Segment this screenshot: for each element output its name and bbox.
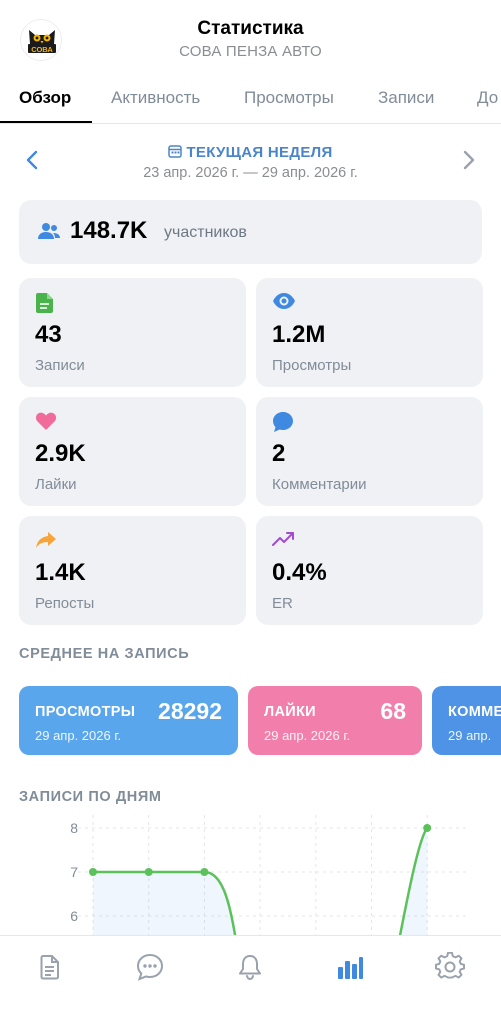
document-icon[interactable] <box>35 952 65 982</box>
stat-card-reposts[interactable]: 1.4K Репосты <box>19 516 246 625</box>
stat-value: 2 <box>272 440 286 467</box>
stat-card-er[interactable]: 0.4% ER <box>256 516 483 625</box>
average-card-comments[interactable]: КОММЕ 29 апр. <box>432 686 501 755</box>
users-icon <box>38 223 60 239</box>
stat-value: 0.4% <box>272 559 327 586</box>
average-card-likes[interactable]: ЛАЙКИ 68 29 апр. 2026 г. <box>248 686 422 755</box>
stat-label: Просмотры <box>272 357 352 374</box>
data-point[interactable] <box>423 824 432 832</box>
period-label-text: ТЕКУЩАЯ НЕДЕЛЯ <box>186 144 333 161</box>
y-tick-label: 6 <box>70 908 78 924</box>
y-tick-label: 7 <box>70 864 78 880</box>
stat-label: Лайки <box>35 476 77 493</box>
stat-label: Комментарии <box>272 476 367 493</box>
members-count: 148.7K <box>70 217 148 244</box>
chat-icon[interactable] <box>135 952 165 982</box>
members-label: участников <box>164 224 247 241</box>
tab-posts[interactable]: Записи <box>378 88 434 108</box>
stat-card-comments[interactable]: 2 Комментарии <box>256 397 483 506</box>
page-title: Статистика <box>197 18 304 39</box>
community-name: СОВА ПЕНЗА АВТО <box>179 43 322 60</box>
stat-label: ER <box>272 595 293 612</box>
stat-label: Репосты <box>35 595 95 612</box>
stat-value: 1.2M <box>272 321 326 348</box>
active-tab-indicator <box>0 121 92 123</box>
tab-bar: Обзор Активность Просмотры Записи До <box>0 72 501 124</box>
average-label: КОММЕ <box>448 704 501 720</box>
posts-per-day-chart: 8 7 6 <box>0 810 501 952</box>
tab-activity[interactable]: Активность <box>111 88 200 108</box>
heart-icon <box>35 412 57 430</box>
trend-icon <box>272 532 294 546</box>
period-label[interactable]: ТЕКУЩАЯ НЕДЕЛЯ <box>0 144 501 161</box>
period-selector: ТЕКУЩАЯ НЕДЕЛЯ 23 апр. 2026 г. — 29 апр.… <box>0 140 501 186</box>
tab-views[interactable]: Просмотры <box>244 88 334 108</box>
average-label: ПРОСМОТРЫ <box>35 704 136 720</box>
stat-value: 1.4K <box>35 559 86 586</box>
stat-value: 43 <box>35 321 62 348</box>
app-header: СОВА Статистика СОВА ПЕНЗА АВТО <box>0 0 501 72</box>
stat-card-views[interactable]: 1.2M Просмотры <box>256 278 483 387</box>
period-range: 23 апр. 2026 г. — 29 апр. 2026 г. <box>143 165 358 181</box>
stat-value: 2.9K <box>35 440 86 467</box>
chevron-right-icon[interactable] <box>456 148 480 172</box>
stats-icon[interactable] <box>335 952 365 982</box>
eye-icon <box>273 293 295 309</box>
data-point[interactable] <box>89 868 97 876</box>
members-card[interactable]: 148.7K участников <box>19 200 482 264</box>
stat-card-likes[interactable]: 2.9K Лайки <box>19 397 246 506</box>
document-icon <box>36 293 53 313</box>
stat-label: Записи <box>35 357 85 374</box>
tab-overview[interactable]: Обзор <box>19 88 71 108</box>
bell-icon[interactable] <box>235 952 265 982</box>
stat-card-posts[interactable]: 43 Записи <box>19 278 246 387</box>
y-tick-label: 8 <box>70 820 78 836</box>
gear-icon[interactable] <box>435 952 465 982</box>
average-date: 29 апр. 2026 г. <box>35 728 122 743</box>
bottom-navigation <box>0 935 501 1024</box>
section-title-posts-chart: ЗАПИСИ ПО ДНЯМ <box>19 789 162 805</box>
average-value: 68 <box>380 698 406 724</box>
calendar-icon <box>168 145 183 158</box>
section-title-average: СРЕДНЕЕ НА ЗАПИСЬ <box>19 646 190 662</box>
average-date: 29 апр. 2026 г. <box>264 728 351 743</box>
average-date: 29 апр. <box>448 728 492 743</box>
tab-more[interactable]: До <box>477 88 498 108</box>
average-label: ЛАЙКИ <box>264 704 316 720</box>
comment-icon <box>273 412 293 432</box>
average-card-views[interactable]: ПРОСМОТРЫ 28292 29 апр. 2026 г. <box>19 686 238 755</box>
data-point[interactable] <box>144 868 153 876</box>
average-value: 28292 <box>158 698 222 724</box>
posts-line-chart: 8 7 6 <box>70 815 470 952</box>
share-icon <box>36 532 56 548</box>
data-point[interactable] <box>200 868 209 876</box>
